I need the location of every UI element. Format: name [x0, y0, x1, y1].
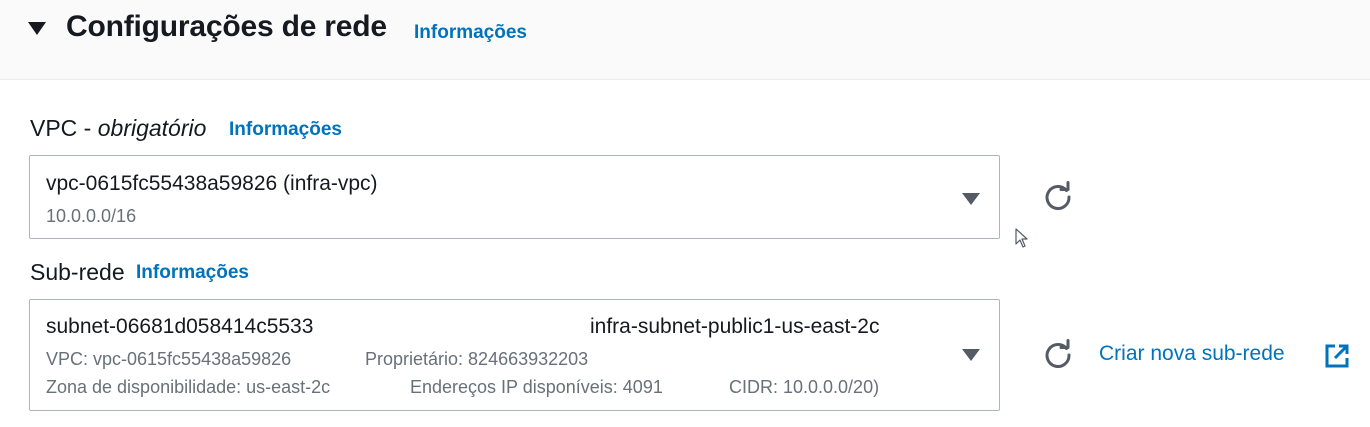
- vpc-dropdown-caret-icon: [962, 193, 980, 205]
- vpc-refresh-button[interactable]: [1040, 179, 1076, 215]
- refresh-icon: [1045, 181, 1071, 210]
- vpc-selected-cidr: 10.0.0.0/16: [46, 206, 137, 226]
- header-info-link[interactable]: Informações: [414, 22, 527, 44]
- create-subnet-link[interactable]: Criar nova sub-rede: [1099, 342, 1285, 366]
- vpc-select[interactable]: vpc-0615fc55438a59826 (infra-vpc) 10.0.0…: [29, 155, 1000, 239]
- subnet-zone: Zona de disponibilidade: us-east-2c: [46, 377, 331, 397]
- refresh-icon: [1045, 339, 1071, 368]
- subnet-available-ips: Endereços IP disponíveis: 4091: [410, 377, 663, 397]
- subnet-label: Sub-rede: [30, 259, 125, 285]
- section-header: Configurações de rede Informações: [0, 0, 1370, 80]
- subnet-selected-id: subnet-06681d058414c5533: [46, 315, 314, 338]
- vpc-required-text: obrigatório: [97, 115, 207, 141]
- vpc-info-link[interactable]: Informações: [229, 119, 342, 141]
- vpc-selected-id: vpc-0615fc55438a59826 (infra-vpc): [46, 172, 378, 195]
- subnet-dropdown-caret-icon: [962, 349, 980, 361]
- caret-down-icon[interactable]: [28, 22, 46, 35]
- subnet-selected-name: infra-subnet-public1-us-east-2c: [590, 315, 880, 338]
- mouse-cursor-icon: [1015, 228, 1028, 248]
- vpc-label: VPC - obrigatório: [30, 115, 206, 142]
- external-link-icon[interactable]: [1324, 343, 1350, 369]
- subnet-info-link[interactable]: Informações: [136, 262, 249, 284]
- subnet-cidr: CIDR: 10.0.0.0/20): [729, 377, 880, 397]
- subnet-select[interactable]: subnet-06681d058414c5533 infra-subnet-pu…: [29, 299, 1000, 411]
- subnet-refresh-button[interactable]: [1040, 337, 1076, 373]
- subnet-owner: Proprietário: 824663932203: [365, 349, 589, 369]
- section-title[interactable]: Configurações de rede: [66, 10, 387, 44]
- subnet-vpc: VPC: vpc-0615fc55438a59826: [46, 349, 292, 369]
- vpc-label-text: VPC -: [30, 115, 98, 141]
